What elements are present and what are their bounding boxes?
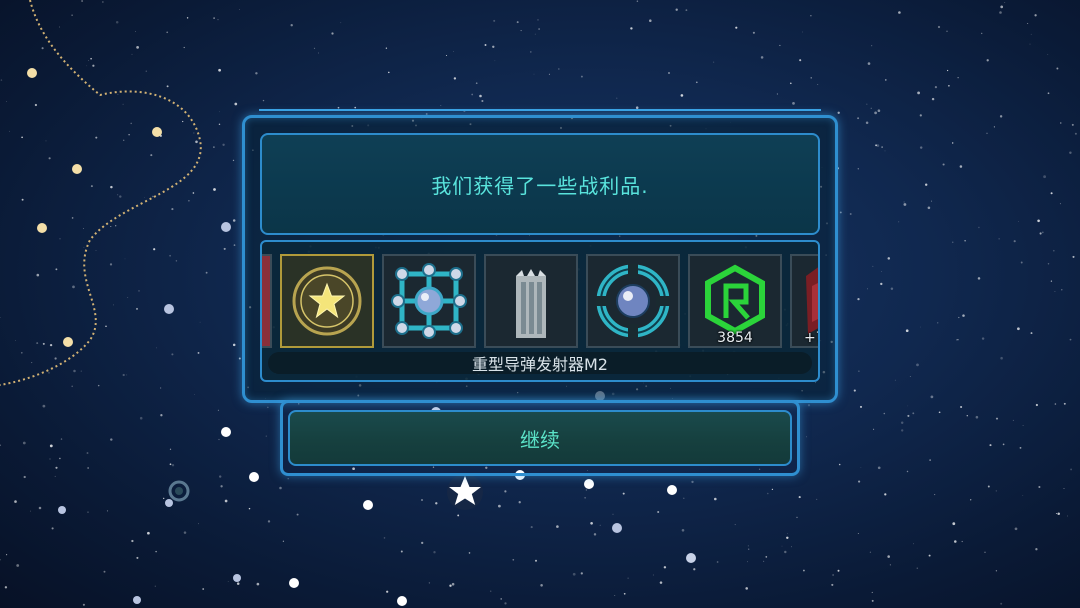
loot-items-panel: 3854 +7 重型导弹发射器M2 — [260, 240, 820, 382]
star-system-icon[interactable] — [165, 499, 173, 507]
continue-button[interactable]: 继续 — [288, 410, 792, 466]
star-system-icon[interactable] — [584, 479, 594, 489]
loot-item-credits[interactable]: 3854 — [688, 254, 782, 348]
loot-item-missile-launcher[interactable] — [484, 254, 578, 348]
star-system-icon[interactable] — [249, 472, 259, 482]
white-star-icon[interactable] — [447, 474, 483, 510]
selected-item-name-bar: 重型导弹发射器M2 — [268, 352, 812, 374]
station-ring-icon[interactable] — [168, 480, 190, 502]
star-system-icon[interactable] — [612, 523, 622, 533]
star-system-icon[interactable] — [164, 304, 174, 314]
star-system-icon[interactable] — [152, 127, 162, 137]
star-system-icon[interactable] — [667, 485, 677, 495]
missile-launcher-icon — [516, 269, 546, 338]
star-system-icon[interactable] — [37, 223, 47, 233]
star-system-icon[interactable] — [363, 500, 373, 510]
star-system-icon[interactable] — [686, 553, 696, 563]
loot-item-star-medal[interactable] — [280, 254, 374, 348]
game-screen: 我们获得了一些战利品. 3854 + 重型导弹发射器M2 继续 — [0, 0, 1080, 608]
star-system-icon[interactable] — [58, 506, 66, 514]
star-system-icon[interactable] — [133, 596, 141, 604]
selected-item-name: 重型导弹发射器M2 — [472, 355, 608, 374]
continue-label: 继续 — [520, 427, 560, 452]
partial-item-icon — [262, 256, 270, 346]
star-system-icon[interactable] — [72, 164, 82, 174]
hyperlane-path — [0, 0, 202, 386]
star-system-icon[interactable] — [221, 427, 231, 437]
shield-orb-icon — [596, 264, 670, 338]
credits-count: 3854 — [717, 330, 753, 346]
loot-item-partial-left[interactable] — [262, 254, 272, 348]
loot-item-partial-right[interactable]: +7 — [790, 254, 818, 348]
star-system-icon[interactable] — [221, 222, 231, 232]
star-system-icon[interactable] — [397, 596, 407, 606]
orb-array-icon — [391, 263, 467, 339]
loot-item-orb-array[interactable] — [382, 254, 476, 348]
star-medal-icon — [292, 266, 362, 336]
star-system-icon[interactable] — [289, 578, 299, 588]
star-system-icon[interactable] — [63, 337, 73, 347]
message-panel: 我们获得了一些战利品. — [260, 133, 820, 235]
extra-items-count: +7 — [804, 330, 818, 346]
star-system-icon[interactable] — [27, 68, 37, 78]
loot-item-shield-orb[interactable] — [586, 254, 680, 348]
loot-message: 我们获得了一些战利品. — [431, 173, 649, 198]
star-system-icon[interactable] — [233, 574, 241, 582]
